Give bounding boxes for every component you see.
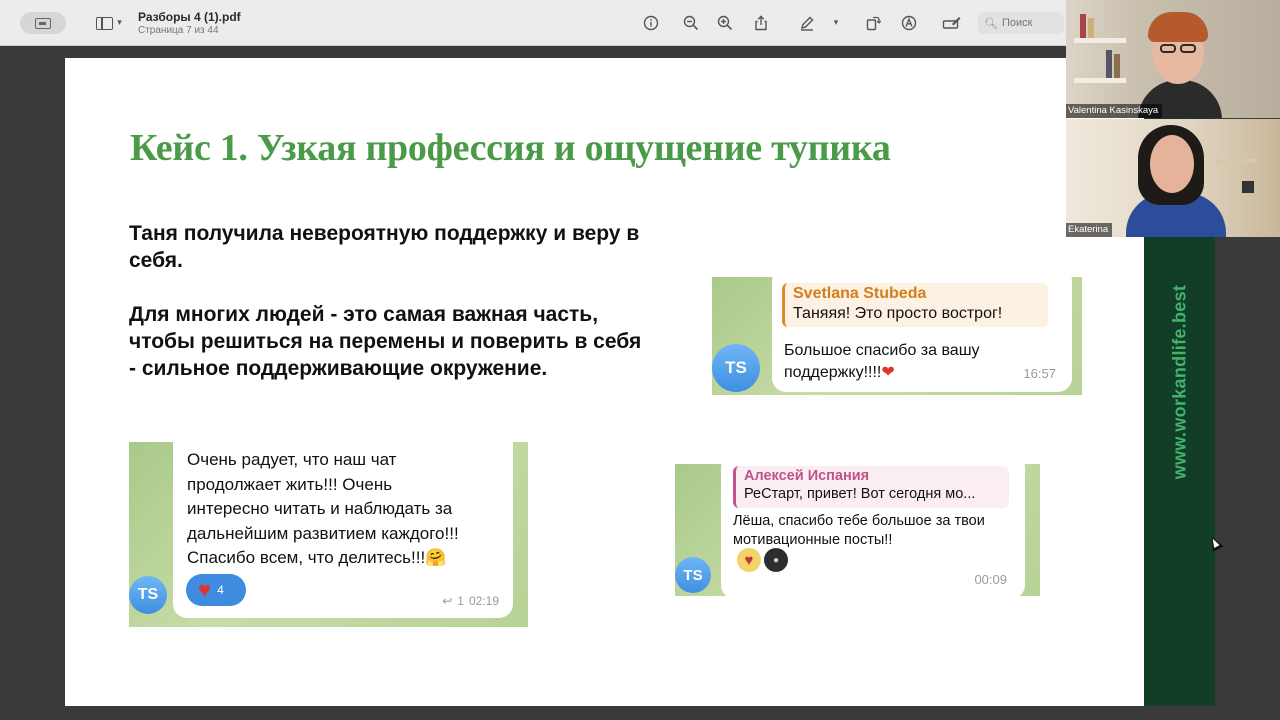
reply-count: 1 xyxy=(457,594,464,608)
message-time: 02:19 xyxy=(468,594,499,608)
bookshelf xyxy=(1074,38,1126,43)
message-text: Лёша, спасибо тебе большое за твои мотив… xyxy=(733,513,985,548)
sidebar-toggle-button[interactable]: ▾ xyxy=(90,12,128,34)
quote-author: Алексей Испания xyxy=(744,468,870,484)
wall-socket xyxy=(1242,181,1254,193)
reaction-row: ♥ ● xyxy=(737,548,788,572)
chevron-down-icon: ▾ xyxy=(833,18,839,28)
pdf-toolbar: ▾ Разборы 4 (1).pdf Страница 7 из 44 ▾ 🔍… xyxy=(0,0,1066,46)
website-url: www.workandlife.best xyxy=(1169,284,1189,480)
form-fill-icon xyxy=(942,17,961,29)
rotate-button[interactable] xyxy=(862,12,884,34)
book xyxy=(1106,50,1112,78)
slide-paragraph-environment: Для многих людей - это самая важная част… xyxy=(129,303,642,380)
participant-video-1[interactable]: Valentina Kasinskaya xyxy=(1066,0,1280,118)
document-title: Разборы 4 (1).pdf xyxy=(138,10,241,24)
reaction-count: 4 xyxy=(217,583,224,597)
zoom-in-button[interactable] xyxy=(714,12,736,34)
participant-hair xyxy=(1148,12,1208,42)
message-time: 00:09 xyxy=(974,572,1007,587)
search-icon: 🔍︎ xyxy=(984,17,998,30)
zoom-in-icon xyxy=(717,15,733,31)
slide-title: Кейс 1. Узкая профессия и ощущение тупик… xyxy=(130,127,891,169)
participant-video-2[interactable]: Ekaterina xyxy=(1066,119,1280,237)
heart-icon: ♥ xyxy=(198,577,212,602)
message-bubble: Очень радует, что наш чат продолжает жит… xyxy=(173,442,513,618)
markup-menu-button[interactable]: ▾ xyxy=(828,12,844,34)
heart-reaction: ♥ 4 xyxy=(186,574,246,606)
book xyxy=(1080,14,1086,38)
share-icon xyxy=(755,15,767,31)
avatar: TS xyxy=(675,557,711,593)
reply-arrow-icon: ↩ xyxy=(442,594,453,608)
message-time: 16:57 xyxy=(1023,366,1056,381)
book xyxy=(1088,18,1094,38)
search-field[interactable]: 🔍︎ xyxy=(978,12,1064,34)
screen-share-indicator-button[interactable] xyxy=(20,12,66,34)
zoom-out-button[interactable] xyxy=(680,12,702,34)
page-indicator: Страница 7 из 44 xyxy=(138,25,219,36)
participant-name-label: Valentina Kasinskaya xyxy=(1066,104,1163,118)
chat-screenshot-1: Очень радует, что наш чат продолжает жит… xyxy=(129,442,528,627)
quoted-message: Алексей Испания РеСтарт, привет! Вот сег… xyxy=(733,466,1009,508)
chat-screenshot-3: Алексей Испания РеСтарт, привет! Вот сег… xyxy=(675,464,1040,596)
glasses-icon xyxy=(1160,44,1176,53)
search-input[interactable] xyxy=(1001,17,1062,29)
screen-icon xyxy=(35,17,51,29)
glasses-icon xyxy=(1180,44,1196,53)
smiling-hearts-emoji-icon: ♥ xyxy=(737,548,761,572)
info-button[interactable] xyxy=(640,12,662,34)
message-bubble: Svetlana Stubeda Таняяя! Это просто вост… xyxy=(772,277,1072,392)
book xyxy=(1114,54,1120,78)
zoom-out-icon xyxy=(683,15,699,31)
share-button[interactable] xyxy=(750,12,772,34)
quote-text: РеСтарт, привет! Вот сегодня мо... xyxy=(744,486,976,502)
message-text: Большое спасибо за вашу поддержку!!!!❤ xyxy=(784,340,1064,384)
annotate-icon xyxy=(901,15,917,31)
avatar: TS xyxy=(712,344,760,392)
quote-author: Svetlana Stubeda xyxy=(793,285,927,302)
participant-name-label: Ekaterina xyxy=(1066,223,1113,237)
quote-text: Таняяя! Это просто вострог! xyxy=(793,305,1003,322)
markup-button[interactable] xyxy=(796,12,818,34)
avatar: TS xyxy=(129,576,167,614)
message-meta: ↩ 1 02:19 xyxy=(442,594,499,608)
rotate-icon xyxy=(866,16,881,31)
bookshelf xyxy=(1074,78,1126,83)
slide-paragraph-support: Таня получила невероятную поддержку и ве… xyxy=(129,222,640,272)
annotate-button[interactable] xyxy=(898,12,920,34)
chevron-down-icon: ▾ xyxy=(117,18,122,28)
heart-icon: ❤ xyxy=(881,364,895,381)
message-bubble: Алексей Испания РеСтарт, привет! Вот сег… xyxy=(721,464,1025,596)
message-text: Очень радует, что наш чат продолжает жит… xyxy=(187,450,459,567)
reactor-avatar-icon: ● xyxy=(764,548,788,572)
markup-pen-icon xyxy=(800,16,814,31)
quoted-message: Svetlana Stubeda Таняяя! Это просто вост… xyxy=(782,283,1048,327)
wall-shelf xyxy=(1216,159,1256,163)
chat-screenshot-2: Svetlana Stubeda Таняяя! Это просто вост… xyxy=(712,277,1082,395)
form-fill-button[interactable] xyxy=(940,12,964,34)
info-icon xyxy=(643,15,659,31)
participant-face xyxy=(1150,135,1194,193)
sidebar-icon xyxy=(96,16,114,30)
